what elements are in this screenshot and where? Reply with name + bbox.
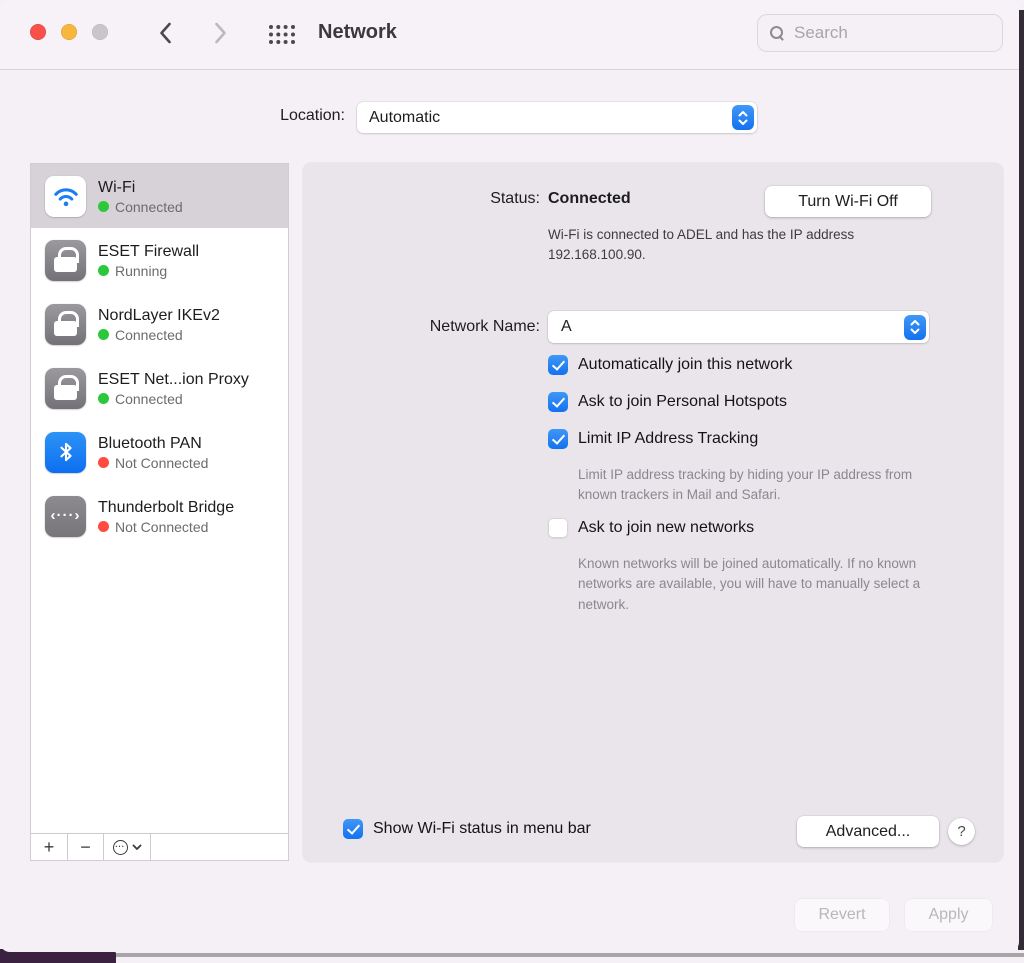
checkbox-icon — [548, 355, 568, 375]
service-status: Running — [98, 262, 199, 280]
sidebar-item-wifi[interactable]: Wi-Fi Connected — [31, 164, 288, 228]
status-value: Connected — [548, 190, 631, 208]
checkbox-icon — [548, 392, 568, 412]
turn-wifi-off-button[interactable]: Turn Wi-Fi Off — [765, 186, 931, 217]
traffic-lights — [30, 24, 108, 40]
status-text: Not Connected — [115, 454, 208, 472]
checkbox-personal-hotspots[interactable]: Ask to join Personal Hotspots — [548, 392, 787, 412]
advanced-button[interactable]: Advanced... — [797, 816, 939, 847]
network-name-dropdown[interactable]: A — [548, 311, 929, 343]
zoom-window-button[interactable] — [92, 24, 108, 40]
checkbox-label: Ask to join new networks — [578, 519, 754, 537]
sidebar-item-text: ESET Net...ion Proxy Connected — [98, 369, 249, 408]
checkbox-label: Show Wi-Fi status in menu bar — [373, 820, 591, 838]
status-dot — [98, 393, 109, 404]
minimize-window-button[interactable] — [61, 24, 77, 40]
checkbox-icon — [548, 518, 568, 538]
checkbox-label: Automatically join this network — [578, 356, 792, 374]
checkbox-auto-join[interactable]: Automatically join this network — [548, 355, 792, 375]
status-dot — [98, 201, 109, 212]
search-field[interactable] — [757, 14, 1003, 52]
service-status: Connected — [98, 326, 220, 344]
service-status: Not Connected — [98, 518, 234, 536]
window-title: Network — [318, 21, 397, 44]
network-name-label: Network Name: — [303, 318, 540, 336]
chevron-down-icon — [132, 844, 142, 851]
more-actions-button[interactable]: ··· — [104, 834, 151, 860]
close-window-button[interactable] — [30, 24, 46, 40]
location-dropdown[interactable]: Automatic — [357, 102, 757, 133]
chevron-right-icon — [213, 21, 228, 45]
checkbox-limit-ip-tracking[interactable]: Limit IP Address Tracking — [548, 429, 758, 449]
status-dot — [98, 457, 109, 468]
sidebar-item-thunderbolt-bridge[interactable]: ‹···› Thunderbolt Bridge Not Connected — [31, 484, 288, 548]
checkbox-label: Ask to join Personal Hotspots — [578, 393, 787, 411]
wifi-settings-panel: Status: Connected Turn Wi-Fi Off Wi-Fi i… — [303, 163, 1003, 862]
sidebar-item-text: Wi-Fi Connected — [98, 177, 183, 216]
checkbox-icon — [548, 429, 568, 449]
service-status: Not Connected — [98, 454, 208, 472]
service-name: ESET Firewall — [98, 241, 199, 262]
limit-ip-caption: Limit IP address tracking by hiding your… — [578, 465, 940, 506]
status-text: Connected — [115, 326, 183, 344]
ellipsis-circle-icon: ··· — [113, 840, 128, 855]
lock-icon — [45, 304, 86, 345]
help-button[interactable]: ? — [948, 818, 975, 845]
sidebar-item-eset-proxy[interactable]: ESET Net...ion Proxy Connected — [31, 356, 288, 420]
network-preferences-window: Network Location: Automatic Wi-Fi — [0, 0, 1019, 952]
wifi-icon — [45, 176, 86, 217]
forward-button[interactable] — [213, 21, 228, 50]
status-dot — [98, 521, 109, 532]
service-name: Bluetooth PAN — [98, 433, 208, 454]
search-input[interactable] — [794, 23, 974, 43]
status-label: Status: — [303, 190, 540, 208]
chevron-left-icon — [158, 21, 173, 45]
checkbox-icon — [343, 819, 363, 839]
status-text: Connected — [115, 390, 183, 408]
sidebar-toolbar: + − ··· — [31, 833, 288, 860]
ask-join-caption: Known networks will be joined automatica… — [578, 554, 963, 615]
back-button[interactable] — [158, 21, 173, 50]
status-dot — [98, 329, 109, 340]
sidebar-item-eset-firewall[interactable]: ESET Firewall Running — [31, 228, 288, 292]
services-sidebar: Wi-Fi Connected ESET Firewall Running No… — [30, 163, 289, 861]
location-value: Automatic — [369, 109, 732, 127]
desktop-bottom-edge — [0, 953, 1024, 957]
location-label: Location: — [150, 107, 345, 125]
sidebar-item-text: NordLayer IKEv2 Connected — [98, 305, 220, 344]
checkbox-label: Limit IP Address Tracking — [578, 430, 758, 448]
service-name: Wi-Fi — [98, 177, 183, 198]
show-all-grid-icon[interactable] — [268, 24, 296, 50]
status-description: Wi-Fi is connected to ADEL and has the I… — [548, 225, 893, 266]
title-bar: Network — [0, 0, 1019, 70]
network-name-value: A — [561, 318, 904, 336]
checkbox-ask-join-new[interactable]: Ask to join new networks — [548, 518, 754, 538]
add-service-button[interactable]: + — [31, 834, 68, 860]
lock-icon — [45, 240, 86, 281]
status-text: Not Connected — [115, 518, 208, 536]
sidebar-item-nordlayer[interactable]: NordLayer IKEv2 Connected — [31, 292, 288, 356]
lock-icon — [45, 368, 86, 409]
search-icon — [770, 26, 785, 41]
service-status: Connected — [98, 390, 249, 408]
dropdown-stepper-icon — [732, 105, 754, 130]
apply-button[interactable]: Apply — [905, 899, 992, 931]
bluetooth-icon — [45, 432, 86, 473]
thunderbolt-bridge-icon: ‹···› — [45, 496, 86, 537]
remove-service-button[interactable]: − — [68, 834, 104, 860]
sidebar-item-text: Thunderbolt Bridge Not Connected — [98, 497, 234, 536]
checkbox-show-wifi-menu-bar[interactable]: Show Wi-Fi status in menu bar — [343, 819, 591, 839]
sidebar-item-text: Bluetooth PAN Not Connected — [98, 433, 208, 472]
service-status: Connected — [98, 198, 183, 216]
sidebar-item-text: ESET Firewall Running — [98, 241, 199, 280]
revert-button[interactable]: Revert — [795, 899, 889, 931]
service-name: NordLayer IKEv2 — [98, 305, 220, 326]
sidebar-item-bluetooth-pan[interactable]: Bluetooth PAN Not Connected — [31, 420, 288, 484]
service-name: Thunderbolt Bridge — [98, 497, 234, 518]
status-text: Running — [115, 262, 167, 280]
status-dot — [98, 265, 109, 276]
dropdown-stepper-icon — [904, 315, 926, 340]
service-name: ESET Net...ion Proxy — [98, 369, 249, 390]
status-text: Connected — [115, 198, 183, 216]
